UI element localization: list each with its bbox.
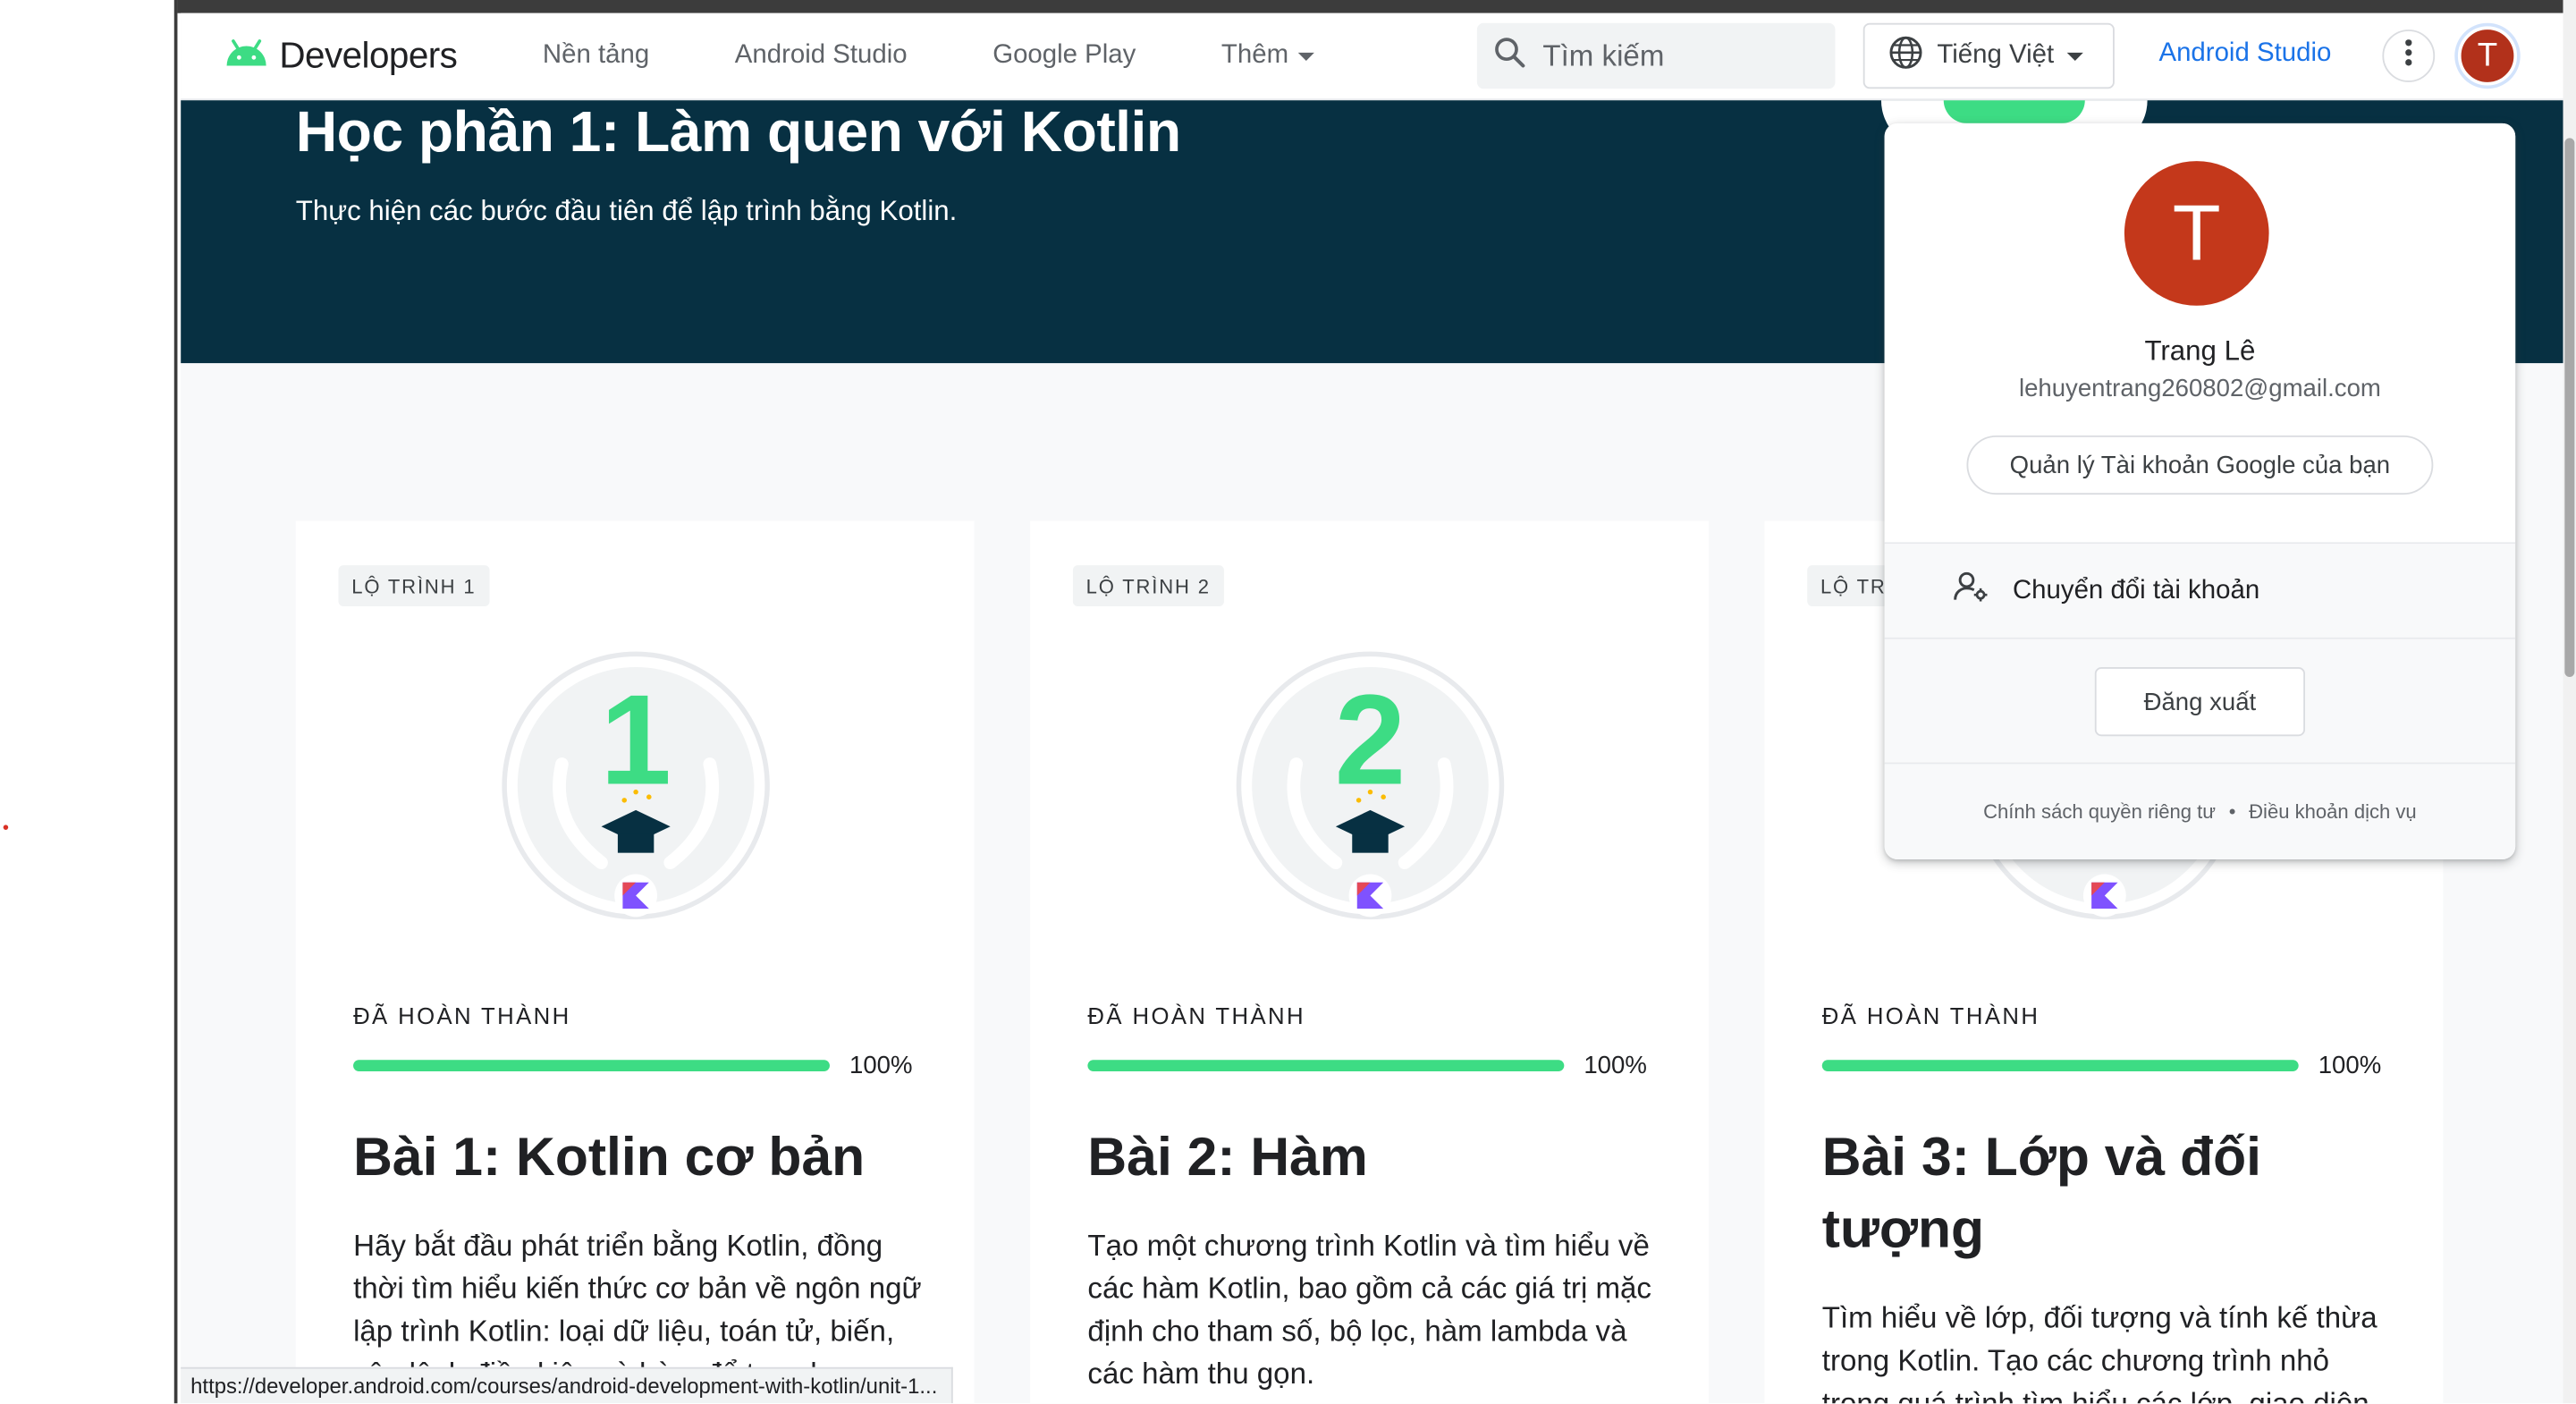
pathway-chip: LỘ TRÌNH 1 [338, 565, 490, 607]
progress-bar-fill [1821, 1060, 2299, 1072]
top-nav: Nền tảng Android Studio Google Play Thêm [543, 41, 1400, 71]
account-avatar-button[interactable]: T [2457, 26, 2518, 86]
switch-account-item[interactable]: Chuyển đổi tài khoản [1884, 544, 2516, 639]
red-dot [3, 825, 9, 830]
account-name: Trang Lê [2144, 334, 2256, 367]
completion-badge-icon: 1 [500, 649, 773, 922]
browser-window: Developers Nền tảng Android Studio Googl… [0, 0, 2576, 1404]
account-info-section: T Trang Lê lehuyentrang260802@gmail.com … [1884, 123, 2516, 545]
android-logo-icon [224, 37, 269, 74]
switch-account-icon [1954, 571, 1989, 612]
site-header: Developers Nền tảng Android Studio Googl… [181, 13, 2563, 101]
progress-percent: 100% [1584, 1052, 1647, 1080]
scrollbar-thumb[interactable] [2564, 138, 2575, 678]
left-gutter [0, 0, 178, 1404]
completion-badge-icon: 2 [1234, 649, 1507, 922]
switch-account-label: Chuyển đổi tài khoản [2012, 576, 2260, 605]
globe-icon [1888, 34, 1923, 79]
search-icon [1493, 36, 1526, 77]
pathway-card-1[interactable]: LỘ TRÌNH 1 1 ĐÃ HOÀN THÀNH 100% Bài 1: K… [295, 520, 975, 1404]
browser-top-strip [177, 0, 2563, 13]
android-studio-link[interactable]: Android Studio [2158, 39, 2331, 69]
privacy-policy-link[interactable]: Chính sách quyền riêng tư [1983, 800, 2216, 824]
nav-item-more[interactable]: Thêm [1221, 41, 1315, 71]
card-description: Tìm hiểu về lớp, đối tượng và tính kế th… [1821, 1301, 2378, 1404]
progress-bar-fill [1087, 1060, 1565, 1072]
card-description: Tạo một chương trình Kotlin và tìm hiểu … [1087, 1229, 1651, 1391]
status-label: ĐÃ HOÀN THÀNH [1087, 1002, 1305, 1029]
hero-badge-accent [1943, 100, 2085, 123]
terms-of-service-link[interactable]: Điều khoản dịch vụ [2249, 800, 2417, 824]
nav-item-google-play[interactable]: Google Play [992, 41, 1136, 71]
caret-down-icon [1298, 41, 1315, 71]
card-title[interactable]: Bài 2: Hàm [1087, 1121, 1662, 1193]
language-label: Tiếng Việt [1937, 40, 2055, 70]
progress-bar [1821, 1060, 2299, 1072]
caret-down-icon [2066, 41, 2084, 71]
card-title[interactable]: Bài 1: Kotlin cơ bản [353, 1121, 928, 1193]
page-subtitle: Thực hiện các bước đầu tiên để lập trình… [295, 195, 958, 227]
footer-separator: • [2228, 799, 2236, 824]
progress-percent: 100% [849, 1052, 913, 1080]
card-title[interactable]: Bài 3: Lớp và đối tượng [1822, 1121, 2397, 1265]
status-label: ĐÃ HOÀN THÀNH [1821, 1002, 2040, 1029]
account-popup: T Trang Lê lehuyentrang260802@gmail.com … [1884, 123, 2516, 860]
nav-item-android-studio[interactable]: Android Studio [735, 41, 908, 71]
logout-button[interactable]: Đăng xuất [2094, 667, 2306, 737]
language-selector[interactable]: Tiếng Việt [1862, 22, 2115, 89]
progress-bar [1087, 1060, 1565, 1072]
status-label: ĐÃ HOÀN THÀNH [353, 1002, 571, 1029]
page-scrollbar[interactable] [2563, 0, 2576, 1404]
developers-logo[interactable]: Developers [224, 34, 458, 78]
nav-item-platform[interactable]: Nền tảng [543, 41, 649, 71]
more-vert-icon [2405, 38, 2412, 73]
link-status-bar: https://developer.android.com/courses/an… [181, 1366, 952, 1404]
search-placeholder: Tìm kiếm [1542, 38, 1665, 72]
progress-percent: 100% [2318, 1052, 2382, 1080]
page-viewport: Developers Nền tảng Android Studio Googl… [181, 13, 2563, 1404]
account-avatar: T [2124, 161, 2269, 306]
logout-section: Đăng xuất [1884, 639, 2516, 765]
progress-bar-fill [353, 1060, 830, 1072]
logo-text: Developers [279, 34, 458, 76]
manage-account-button[interactable]: Quản lý Tài khoản Google của bạn [1966, 435, 2434, 495]
nav-item-more-label: Thêm [1220, 40, 1289, 70]
progress-bar [353, 1060, 830, 1072]
account-email: lehuyentrang260802@gmail.com [2018, 374, 2381, 403]
pathway-chip: LỘ TRÌNH 2 [1072, 565, 1224, 607]
search-input[interactable]: Tìm kiếm [1476, 22, 1836, 89]
page-title: Học phần 1: Làm quen với Kotlin [295, 100, 1181, 165]
popup-footer: Chính sách quyền riêng tư • Điều khoản d… [1884, 764, 2516, 860]
pathway-card-2[interactable]: LỘ TRÌNH 2 2 ĐÃ HOÀN THÀNH 100% Bài 2: H… [1030, 520, 1709, 1404]
more-options-button[interactable] [2382, 30, 2436, 82]
